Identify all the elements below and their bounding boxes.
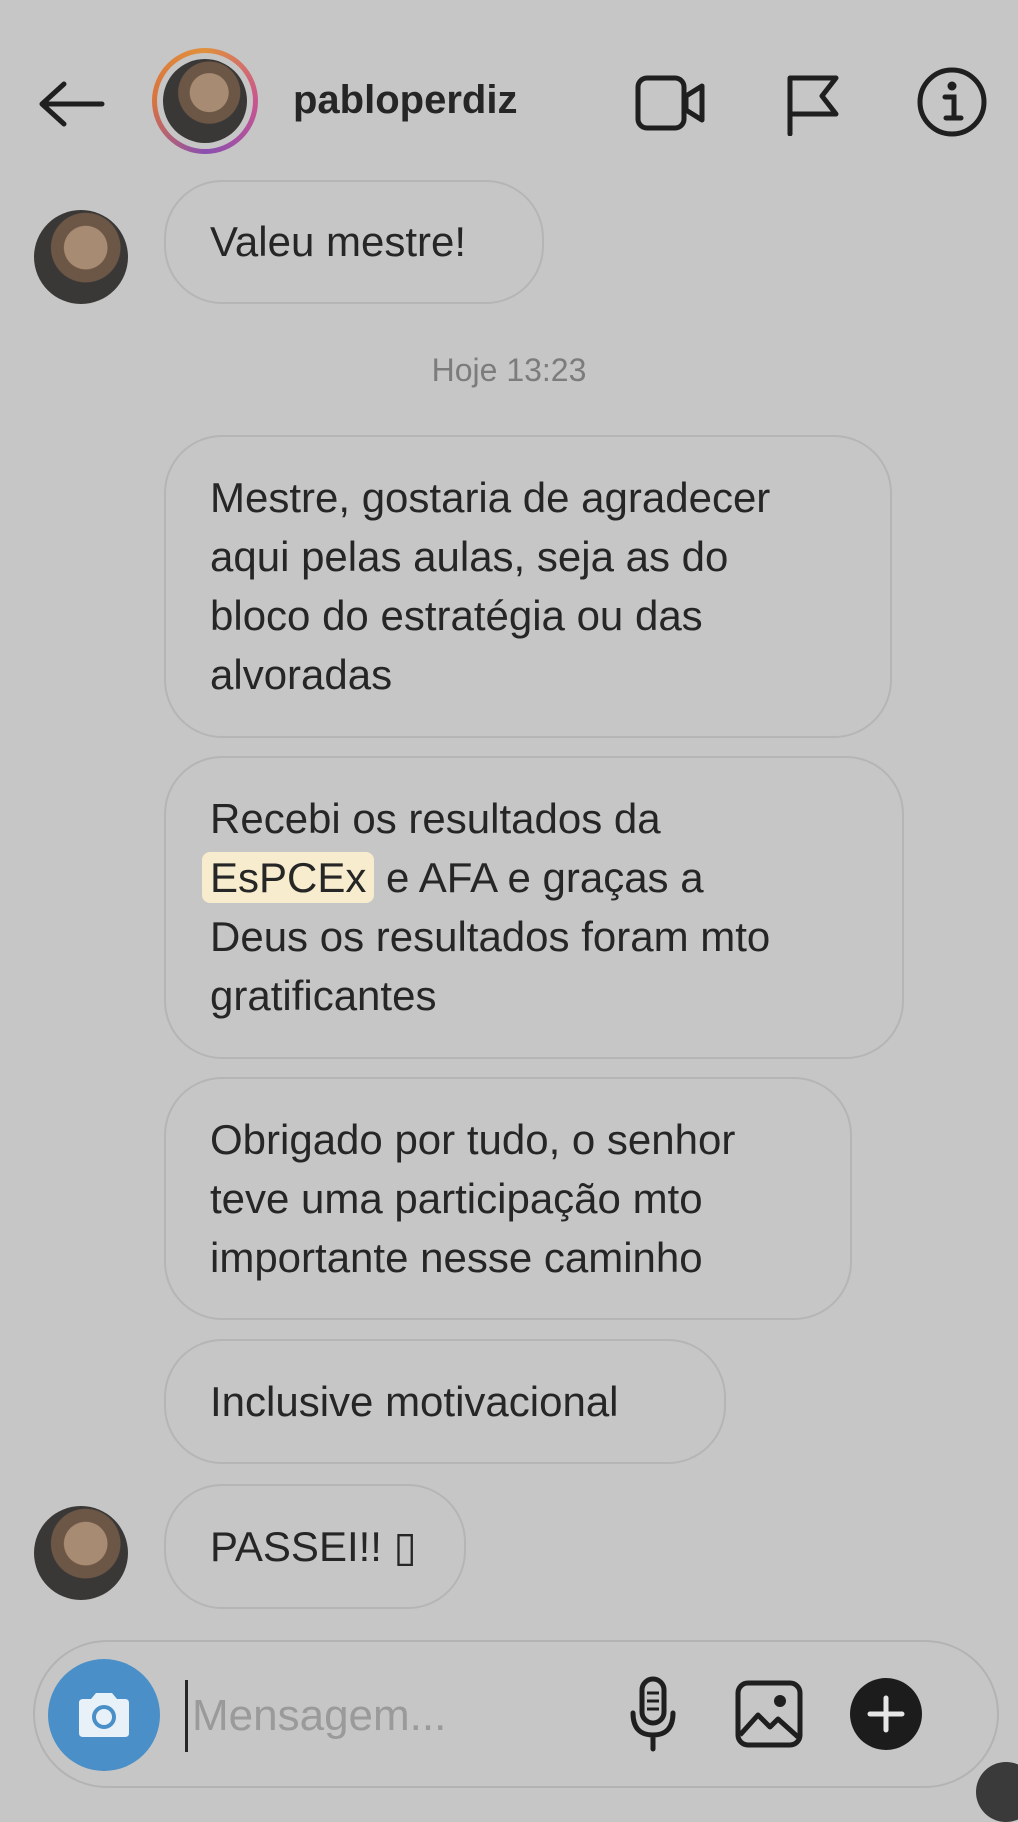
sender-avatar[interactable]: [34, 1506, 128, 1600]
info-icon: [917, 67, 987, 137]
message-text: Inclusive motivacional: [210, 1378, 619, 1425]
chat-header: pabloperdiz: [0, 0, 1018, 180]
message-line: EsPCEx e AFA e graças a: [202, 848, 858, 907]
message-line-rest: e AFA e graças a: [374, 854, 704, 901]
camera-icon: [79, 1693, 129, 1737]
message-line: aqui pelas aulas, seja as do: [210, 533, 729, 580]
floating-scan-button[interactable]: [976, 1762, 1018, 1822]
message-bubble[interactable]: Obrigado por tudo, o senhor teve uma par…: [164, 1077, 852, 1320]
profile-avatar-ring[interactable]: [152, 48, 258, 154]
info-button[interactable]: [914, 64, 990, 140]
microphone-icon: [630, 1676, 676, 1752]
message-bubble[interactable]: Mestre, gostaria de agradecer aqui pelas…: [164, 435, 892, 738]
message-bubble[interactable]: PASSEI!! ▯: [164, 1484, 466, 1609]
message-line: Recebi os resultados da: [210, 795, 661, 842]
message-line: importante nesse caminho: [210, 1234, 703, 1281]
message-timestamp: Hoje 13:23: [431, 352, 587, 388]
message-text: Valeu mestre!: [210, 218, 466, 265]
flag-icon: [787, 75, 839, 136]
message-text: PASSEI!! ▯: [210, 1523, 417, 1570]
arrow-left-icon: [39, 81, 105, 127]
message-line: alvoradas: [210, 651, 393, 698]
message-composer: [33, 1640, 999, 1788]
message-line: gratificantes: [210, 972, 437, 1019]
back-button[interactable]: [30, 72, 110, 136]
image-icon: [735, 1680, 803, 1748]
message-bubble[interactable]: Valeu mestre!: [164, 180, 544, 304]
voice-message-button[interactable]: [619, 1672, 687, 1758]
video-call-button[interactable]: [628, 66, 712, 140]
camera-button[interactable]: [48, 1659, 160, 1771]
sender-avatar[interactable]: [34, 210, 128, 304]
message-line: Mestre, gostaria de agradecer: [210, 474, 771, 521]
message-line: Obrigado por tudo, o senhor: [210, 1116, 736, 1163]
plus-icon: [867, 1695, 905, 1733]
message-input[interactable]: [185, 1680, 614, 1752]
message-line: teve uma participação mto: [210, 1175, 703, 1222]
add-button[interactable]: [850, 1678, 922, 1750]
message-line: Deus os resultados foram mto: [210, 913, 771, 960]
message-line: bloco do estratégia ou das: [210, 592, 703, 639]
chat-username[interactable]: pabloperdiz: [293, 78, 517, 123]
avatar: [163, 59, 247, 143]
message-bubble[interactable]: Inclusive motivacional: [164, 1339, 726, 1464]
message-bubble[interactable]: Recebi os resultados da EsPCEx e AFA e g…: [164, 756, 904, 1059]
highlighted-word[interactable]: EsPCEx: [202, 852, 375, 903]
video-camera-icon: [635, 75, 705, 131]
report-button[interactable]: [778, 66, 846, 140]
gallery-button[interactable]: [731, 1676, 807, 1752]
